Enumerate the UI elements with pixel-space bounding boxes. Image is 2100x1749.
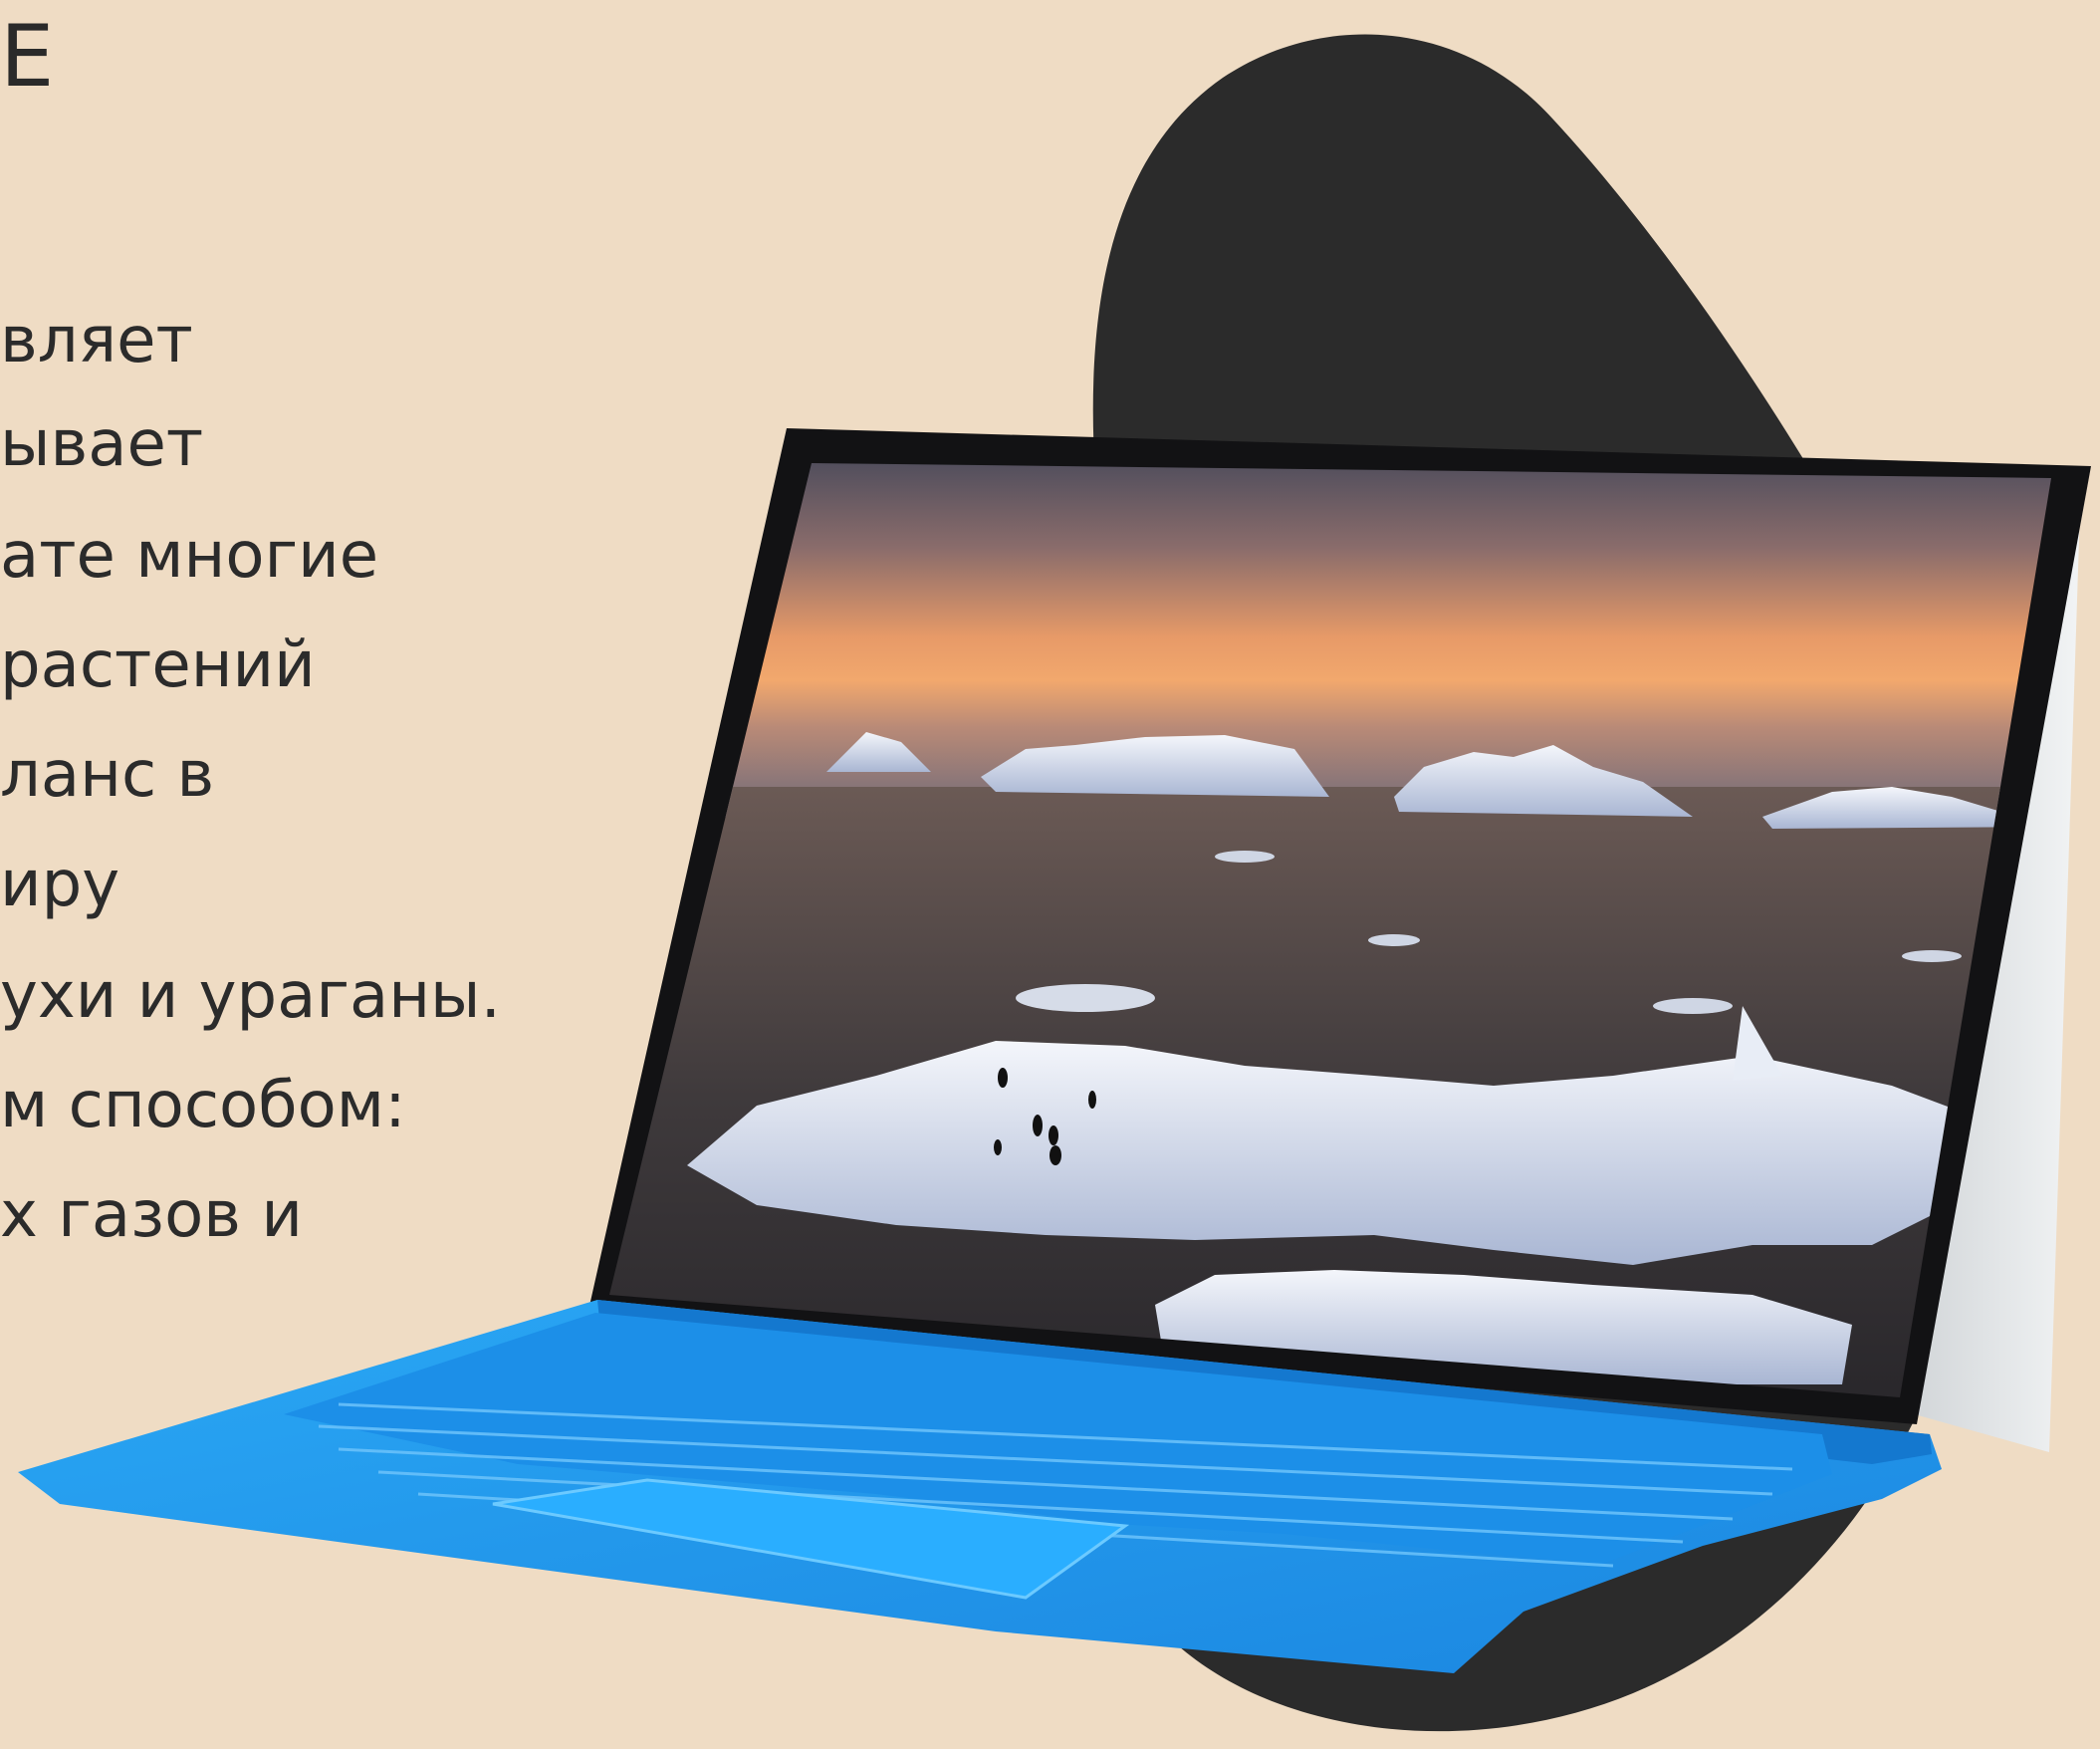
tablet-device-image <box>18 428 2091 1673</box>
screen-wallpaper <box>609 463 2051 1397</box>
slide: E вляет ывает ате многие растений ланс в… <box>0 0 2100 1749</box>
